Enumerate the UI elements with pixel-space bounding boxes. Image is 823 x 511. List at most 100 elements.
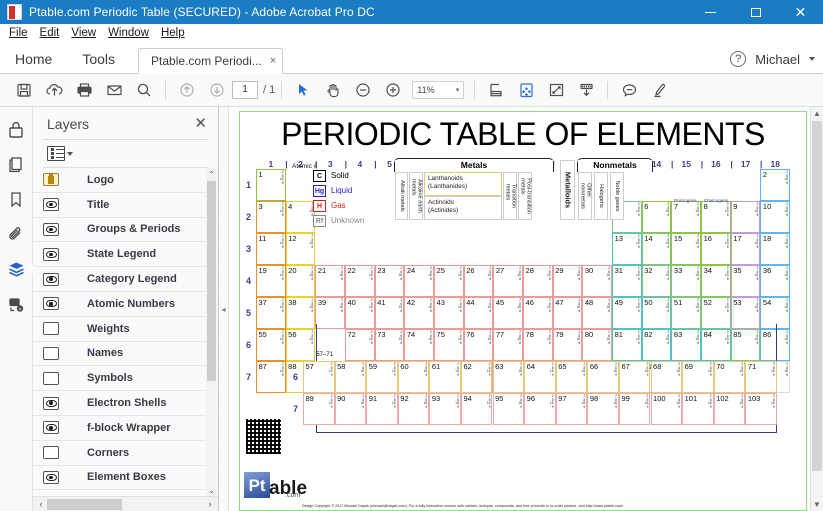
scrollbar-thumb[interactable] [47,499,122,510]
element-cell[interactable]: 9628189 [524,393,556,425]
sidebar-item-layers[interactable] [2,256,30,283]
layer-row[interactable]: Names [33,342,218,367]
scroll-down-icon[interactable]: ⌄ [206,484,217,496]
element-cell[interactable]: 2228188 [345,265,375,297]
document-scrollbar[interactable]: ▲ ▼ [810,107,823,511]
element-cell[interactable]: 928188 [731,201,761,233]
layer-row[interactable]: f-block Wrapper [33,416,218,441]
scroll-up-icon[interactable]: ▲ [811,107,823,120]
layer-row[interactable]: Category Legend [33,267,218,292]
tab-tools[interactable]: Tools [67,52,130,73]
select-cursor-icon[interactable] [288,77,318,103]
element-cell[interactable]: 5628188 [286,329,316,361]
element-cell[interactable]: 1428188 [642,233,672,265]
tab-document[interactable]: Ptable.com Periodi... × [138,48,283,74]
zoom-level-select[interactable]: 11% ▾ [412,81,464,99]
scroll-left-icon[interactable]: ‹ [35,499,47,509]
layer-row[interactable]: Weights [33,317,218,342]
chevron-down-icon[interactable] [809,57,815,61]
element-cell[interactable]: 3228188 [642,265,672,297]
element-cell[interactable]: 1128188 [256,233,286,265]
element-cell[interactable]: 1828188 [760,233,790,265]
eye-icon[interactable] [43,397,59,410]
scroll-down-icon[interactable]: ▼ [811,498,823,511]
element-cell[interactable]: 2628188 [464,265,494,297]
eye-off-icon[interactable] [43,446,59,459]
element-cell[interactable]: 6828189 [651,361,683,393]
layer-row[interactable]: Element Boxes [33,466,218,491]
element-cell[interactable]: 9028189 [335,393,367,425]
print-icon[interactable] [69,77,99,103]
element-cell[interactable]: 1928188 [256,265,286,297]
element-cell[interactable]: 3828188 [286,297,316,329]
scroll-mode-icon[interactable] [571,77,601,103]
menu-window[interactable]: Window [106,26,156,40]
eye-icon[interactable] [43,248,59,261]
element-cell[interactable]: 828188 [701,201,731,233]
element-cell[interactable]: 10028189 [651,393,683,425]
email-icon[interactable] [99,77,129,103]
eye-icon[interactable] [43,297,59,310]
layer-row[interactable]: Electron Shells [33,391,218,416]
element-cell[interactable]: 228188 [760,169,790,201]
close-icon[interactable]: × [270,55,276,67]
element-cell[interactable]: 1728188 [731,233,761,265]
page-down-icon[interactable] [202,77,232,103]
layer-row[interactable]: Title [33,193,218,218]
scroll-right-icon[interactable]: › [204,499,216,509]
highlight-icon[interactable] [644,77,674,103]
layers-options-button[interactable] [33,140,218,167]
element-cell[interactable]: 3328188 [671,265,701,297]
tab-home[interactable]: Home [0,52,67,73]
comment-icon[interactable] [614,77,644,103]
element-cell[interactable]: 6428189 [524,361,556,393]
element-cell[interactable]: 5928189 [366,361,398,393]
user-menu-label[interactable]: Michael [755,52,800,67]
element-cell[interactable]: 6528189 [556,361,588,393]
sidebar-item-attachments[interactable] [2,221,30,248]
menu-view[interactable]: View [69,26,103,40]
element-cell[interactable]: 1328188 [612,233,642,265]
element-cell[interactable]: 2428188 [404,265,434,297]
element-cell[interactable]: 728188 [671,201,701,233]
element-cell[interactable]: 9428189 [461,393,493,425]
element-cell[interactable]: 5728189 [303,361,335,393]
element-cell[interactable]: 3628188 [760,265,790,297]
sidebar-item-pages[interactable] [2,151,30,178]
element-cell[interactable]: 1228188 [286,233,316,265]
element-cell[interactable]: 3028188 [582,265,612,297]
element-cell[interactable]: 5828189 [335,361,367,393]
element-cell[interactable]: 8928189 [303,393,335,425]
element-cell[interactable]: 2728188 [493,265,523,297]
panel-collapse-handle[interactable]: ◂ [219,107,229,511]
sidebar-item-content[interactable] [2,291,30,318]
element-cell[interactable]: 10128189 [682,393,714,425]
element-cell[interactable]: 428188 [286,201,316,233]
element-cell[interactable]: 9928189 [619,393,651,425]
layer-row[interactable]: Corners [33,441,218,466]
element-cell[interactable]: 1628188 [701,233,731,265]
menu-edit[interactable]: Edit [38,26,67,40]
page-up-icon[interactable] [172,77,202,103]
element-cell[interactable]: 128188 [256,169,286,201]
element-cell[interactable]: 9328189 [429,393,461,425]
element-cell[interactable]: 2528188 [434,265,464,297]
eye-icon[interactable] [43,198,59,211]
element-cell[interactable]: 2928188 [553,265,583,297]
element-cell[interactable]: 6628189 [587,361,619,393]
upload-cloud-icon[interactable] [39,77,69,103]
element-cell[interactable]: 5528188 [256,329,286,361]
scroll-up-icon[interactable]: ⌃ [206,168,217,180]
element-cell[interactable]: 6128189 [429,361,461,393]
element-cell[interactable]: 2828188 [523,265,553,297]
scrollbar-thumb[interactable] [812,121,822,471]
menu-file[interactable]: File [7,26,35,40]
element-cell[interactable]: 3728188 [256,297,286,329]
element-cell[interactable]: 6328189 [493,361,525,393]
zoom-in-icon[interactable] [378,77,408,103]
zoom-out-icon[interactable] [348,77,378,103]
element-cell[interactable]: 9128189 [366,393,398,425]
save-icon[interactable] [9,77,39,103]
element-cell[interactable]: 2328188 [375,265,405,297]
element-cell[interactable]: 6928189 [682,361,714,393]
